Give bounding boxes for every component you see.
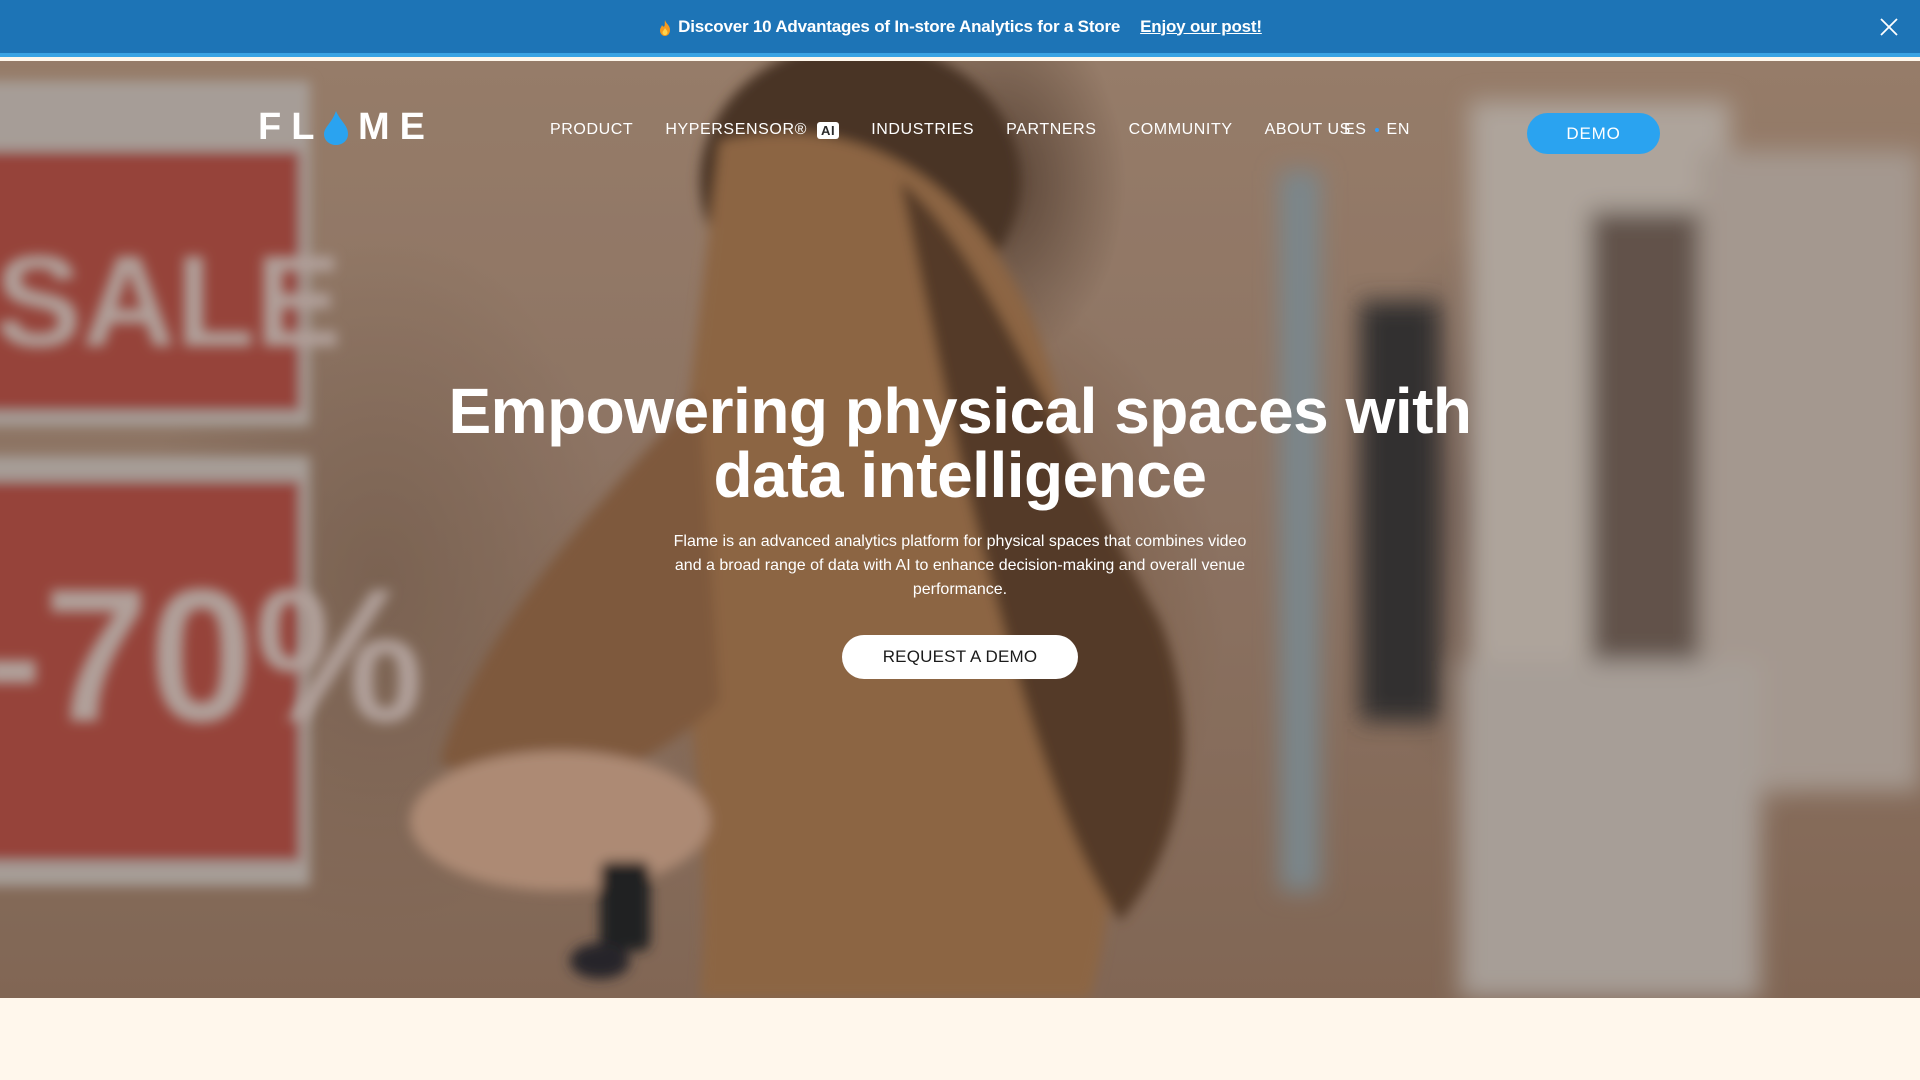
- request-demo-button[interactable]: REQUEST A DEMO: [842, 635, 1078, 679]
- announcement-bar: Discover 10 Advantages of In-store Analy…: [0, 0, 1920, 57]
- nav-item-label: PARTNERS: [1006, 121, 1097, 138]
- nav-item-label: PRODUCT: [550, 121, 634, 138]
- hero-subtitle-line-3: performance.: [912, 581, 1008, 598]
- nav-item-industries[interactable]: INDUSTRIES: [871, 121, 974, 139]
- main-menu: PRODUCT HYPERSENSOR® AI INDUSTRIES PARTN…: [550, 121, 1383, 139]
- language-es[interactable]: ES: [1344, 121, 1367, 139]
- demo-button[interactable]: DEMO: [1527, 113, 1660, 154]
- nav-item-product[interactable]: PRODUCT: [550, 121, 633, 139]
- hero-section: SALE -70% FL ME PRODUCT HYPERSENSOR® AI …: [0, 61, 1920, 998]
- hero-headline: Empowering physical spaces with data int…: [360, 379, 1560, 507]
- hero-subtitle-line-2: and a broad range of data with AI to enh…: [674, 557, 1246, 574]
- nav-item-partners[interactable]: PARTNERS: [1006, 121, 1096, 139]
- language-switcher: ES EN: [1344, 121, 1410, 139]
- nav-item-about-us[interactable]: ABOUT US: [1265, 121, 1351, 139]
- nav-item-hypersensor[interactable]: HYPERSENSOR® AI: [665, 121, 840, 139]
- hero-headline-line-2: data intelligence: [713, 439, 1207, 511]
- announcement-link[interactable]: Enjoy our post!: [1140, 17, 1262, 37]
- nav-item-label: INDUSTRIES: [871, 121, 975, 138]
- svg-text:FL: FL: [258, 106, 324, 147]
- flame-logo[interactable]: FL ME: [258, 105, 438, 147]
- hero-subtitle-line-1: Flame is an advanced analytics platform …: [673, 533, 1247, 550]
- fire-icon: [660, 19, 671, 36]
- language-en[interactable]: EN: [1387, 121, 1410, 139]
- close-icon[interactable]: [1878, 16, 1900, 38]
- nav-item-label: HYPERSENSOR®: [665, 121, 807, 138]
- ai-badge: AI: [817, 121, 840, 139]
- hero-headline-line-1: Empowering physical spaces with: [448, 375, 1472, 447]
- next-section-band: [0, 998, 1920, 1080]
- svg-text:ME: ME: [358, 106, 435, 147]
- nav-item-label: ABOUT US: [1264, 121, 1351, 138]
- top-navigation: FL ME PRODUCT HYPERSENSOR® AI INDUSTRIES…: [0, 61, 1920, 191]
- language-separator: [1374, 128, 1379, 132]
- announcement-text: Discover 10 Advantages of In-store Analy…: [678, 16, 1121, 36]
- hero-subtitle: Flame is an advanced analytics platform …: [660, 530, 1260, 602]
- nav-item-label: COMMUNITY: [1128, 121, 1233, 138]
- nav-item-community[interactable]: COMMUNITY: [1129, 121, 1233, 139]
